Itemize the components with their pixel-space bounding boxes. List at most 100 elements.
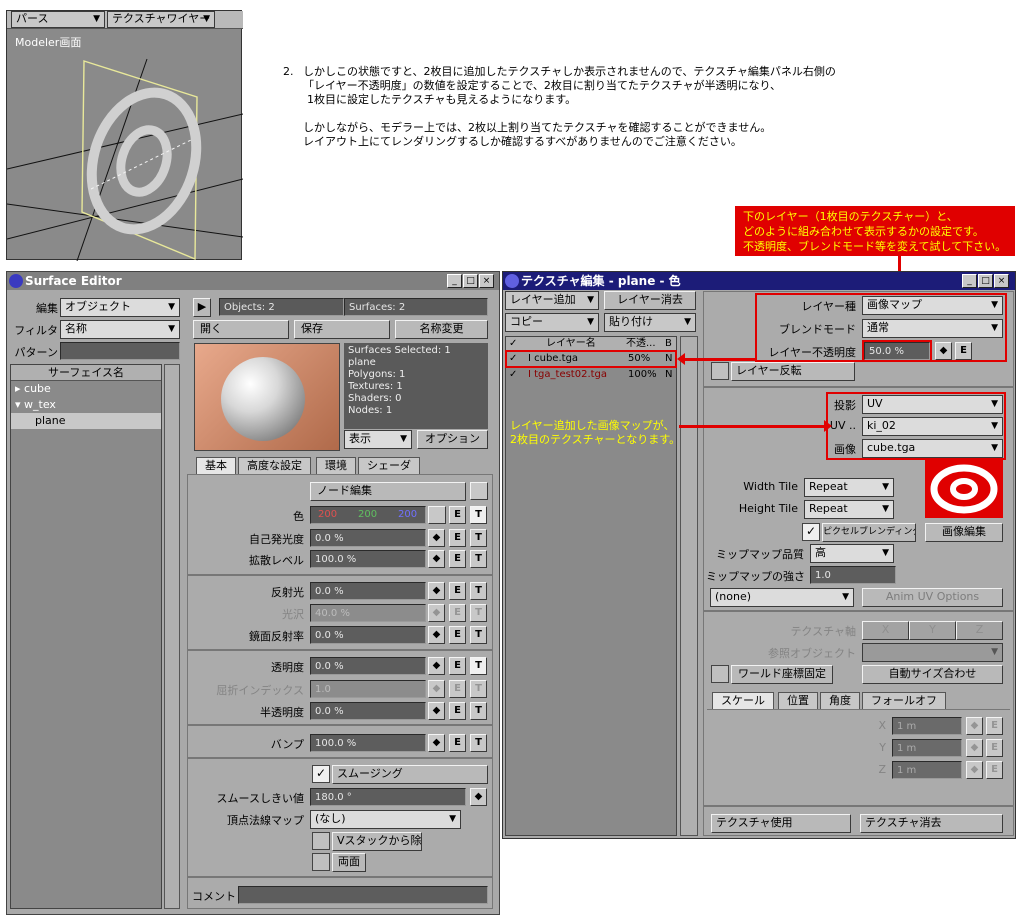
tab-environment[interactable]: 環境 (316, 457, 356, 474)
bump-field[interactable]: 100.0 % (310, 734, 426, 752)
maximize-button[interactable]: □ (463, 274, 478, 288)
delete-layer-button[interactable]: レイヤー消去 (604, 291, 696, 310)
minimize-button[interactable]: _ (962, 274, 977, 288)
material-preview[interactable] (194, 343, 340, 451)
display-mode-select[interactable]: テクスチャワイヤー (107, 11, 215, 28)
pixel-blending-label[interactable]: ピクセルブレンディング (822, 523, 916, 542)
list-scrollbar[interactable] (164, 364, 180, 909)
width-tile-select[interactable]: Repeat (804, 478, 894, 497)
close-button[interactable]: × (479, 274, 494, 288)
bump-envelope-button[interactable]: E (449, 734, 466, 752)
height-tile-select[interactable]: Repeat (804, 500, 894, 519)
view-mode-select[interactable]: パース (11, 11, 105, 28)
display-select[interactable]: 表示 (344, 430, 412, 449)
diffuse-texture-button[interactable]: T (470, 550, 487, 568)
diffuse-field[interactable]: 100.0 % (310, 550, 426, 568)
tab-rotation[interactable]: 角度 (820, 692, 860, 709)
world-coords-checkbox[interactable] (711, 665, 729, 683)
transparency-field[interactable]: 0.0 % (310, 657, 426, 675)
rename-button[interactable]: 名称変更 (395, 320, 488, 339)
expand-arrow-button[interactable]: ▶ (193, 298, 211, 317)
color-envelope-button[interactable]: E (449, 506, 466, 524)
open-button[interactable]: 開く (193, 320, 289, 339)
specular-texture-button[interactable]: T (470, 582, 487, 600)
mipmap-strength-field[interactable]: 1.0 (810, 566, 896, 584)
pattern-input[interactable] (60, 342, 180, 360)
layer-list-scrollbar[interactable] (680, 336, 698, 836)
vstack-checkbox[interactable] (312, 832, 330, 850)
texture-thumbnail[interactable] (925, 460, 1003, 518)
transparency-envelope-button[interactable]: E (449, 657, 466, 675)
translucency-envelope-button[interactable]: E (449, 702, 466, 720)
color-texture-button[interactable]: T (470, 506, 487, 524)
tree-item-plane[interactable]: plane (11, 413, 161, 429)
luminosity-envelope-button[interactable]: E (449, 529, 466, 547)
layer-row[interactable]: ✓ I tga_test02.tga 100% N (506, 367, 676, 383)
save-button[interactable]: 保存 (294, 320, 390, 339)
edit-select[interactable]: オブジェクト (60, 298, 180, 317)
luminosity-field[interactable]: 0.0 % (310, 529, 426, 547)
layer-invert-label[interactable]: レイヤー反転 (731, 362, 855, 381)
specular-slider-icon[interactable]: ◆ (428, 582, 445, 600)
filter-select[interactable]: 名称 (60, 320, 180, 339)
clear-texture-button[interactable]: テクスチャ消去 (860, 814, 1003, 833)
world-coords-label[interactable]: ワールド座標固定 (731, 665, 833, 684)
luminosity-texture-button[interactable]: T (470, 529, 487, 547)
tree-item-cube[interactable]: ▸ cube (11, 381, 161, 397)
tab-advanced[interactable]: 高度な設定 (238, 457, 311, 474)
layer-invert-checkbox[interactable] (711, 362, 729, 380)
image-edit-button[interactable]: 画像編集 (925, 523, 1003, 542)
paste-select[interactable]: 貼り付け (604, 313, 696, 332)
tab-shader[interactable]: シェーダ (358, 457, 420, 474)
translucency-field[interactable]: 0.0 % (310, 702, 426, 720)
use-texture-button[interactable]: テクスチャ使用 (711, 814, 851, 833)
vstack-exclude-label[interactable]: Vスタックから除外 (332, 832, 422, 851)
specular-field[interactable]: 0.0 % (310, 582, 426, 600)
node-toggle[interactable] (470, 482, 488, 500)
copy-select[interactable]: コピー (505, 313, 599, 332)
vertex-normal-map-select[interactable]: (なし) (310, 810, 461, 829)
auto-size-button[interactable]: 自動サイズ合わせ (862, 665, 1003, 684)
maximize-button[interactable]: □ (978, 274, 993, 288)
smooth-threshold-field[interactable]: 180.0 ° (310, 788, 466, 806)
reflection-envelope-button[interactable]: E (449, 626, 466, 644)
options-button[interactable]: オプション (417, 430, 488, 449)
reflection-field[interactable]: 0.0 % (310, 626, 426, 644)
translucency-texture-button[interactable]: T (470, 702, 487, 720)
reflection-slider-icon[interactable]: ◆ (428, 626, 445, 644)
translucency-slider-icon[interactable]: ◆ (428, 702, 445, 720)
reflection-texture-button[interactable]: T (470, 626, 487, 644)
smoothing-checkbox[interactable]: ✓ (312, 765, 330, 783)
luminosity-slider-icon[interactable]: ◆ (428, 529, 445, 547)
modeler-viewport[interactable]: パース テクスチャワイヤー Modeler画面 (6, 10, 243, 261)
add-layer-select[interactable]: レイヤー追加 (505, 291, 599, 310)
diffuse-envelope-button[interactable]: E (449, 550, 466, 568)
pixel-blending-checkbox[interactable]: ✓ (802, 523, 820, 541)
specular-envelope-button[interactable]: E (449, 582, 466, 600)
tab-falloff[interactable]: フォールオフ (862, 692, 946, 709)
node-edit-button[interactable]: ノード編集 (310, 482, 466, 501)
none-select[interactable]: (none) (710, 588, 854, 607)
diffuse-slider-icon[interactable]: ◆ (428, 550, 445, 568)
transparency-texture-button[interactable]: T (470, 657, 487, 675)
minimize-button[interactable]: _ (447, 274, 462, 288)
tab-position[interactable]: 位置 (778, 692, 818, 709)
transparency-slider-icon[interactable]: ◆ (428, 657, 445, 675)
surface-editor-titlebar[interactable]: Surface Editor (7, 272, 499, 290)
surface-list[interactable]: サーフェイス名 ▸ cube ▾ w_tex plane (10, 364, 162, 909)
tree-item-w-tex[interactable]: ▾ w_tex (11, 397, 161, 413)
comment-input[interactable] (238, 886, 488, 904)
tab-scale[interactable]: スケール (712, 692, 774, 709)
double-sided-label[interactable]: 両面 (332, 853, 366, 872)
smooth-threshold-slider-icon[interactable]: ◆ (470, 788, 487, 806)
close-button[interactable]: × (994, 274, 1009, 288)
layer-check-icon[interactable]: ✓ (509, 367, 517, 383)
double-sided-checkbox[interactable] (312, 853, 330, 871)
layer-list[interactable]: ✓ レイヤー名 不透... B ✓ I cube.tga 50% N ✓ I t… (505, 336, 677, 836)
mipmap-quality-select[interactable]: 高 (810, 544, 894, 563)
texture-editor-titlebar[interactable]: テクスチャ編集 - plane - 色 (503, 272, 1015, 290)
bump-slider-icon[interactable]: ◆ (428, 734, 445, 752)
color-swatch[interactable] (428, 506, 446, 524)
tab-basic[interactable]: 基本 (196, 457, 236, 474)
smoothing-label[interactable]: スムージング (332, 765, 488, 784)
